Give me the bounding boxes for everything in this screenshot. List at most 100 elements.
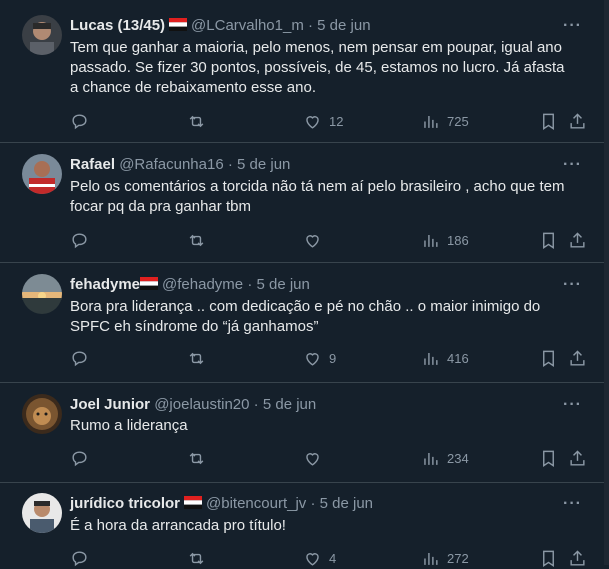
author-handle[interactable]: @Rafacunha16 [119,156,223,173]
retweet-button[interactable] [187,447,206,469]
like-button[interactable]: 12 [303,110,343,132]
retweet-icon [189,452,204,464]
share-button[interactable] [568,547,587,569]
views-button[interactable]: 272 [421,547,469,569]
author-handle[interactable]: @joelaustin20 [154,396,249,413]
tweet[interactable]: jurídico tricolor @bitencourt_jv · 5 de j… [0,483,604,567]
heart-icon [306,115,319,129]
reply-button[interactable] [70,347,89,369]
bookmark-icon [543,350,554,367]
tweet-text: Pelo os comentários a torcida não tá nem… [70,178,569,215]
like-count: 12 [329,113,344,129]
reply-icon [72,450,87,466]
more-options-button[interactable]: ··· [563,275,582,295]
tweet-actions: 234 [0,447,604,469]
more-options-button[interactable]: ··· [563,16,582,36]
tweet-text: Rumo a liderança [70,417,188,434]
views-button[interactable]: 234 [421,447,469,469]
views-icon [424,452,438,465]
view-count: 272 [447,550,469,566]
separator: · [310,495,316,512]
separator: · [247,276,253,293]
share-icon [570,112,585,129]
reply-button[interactable] [70,547,89,569]
avatar[interactable] [22,154,62,194]
tweet-actions: 4 272 [0,547,604,569]
bookmark-icon [543,450,554,467]
reply-icon [72,232,87,248]
like-count: 4 [329,550,337,566]
share-button[interactable] [568,110,587,132]
bookmark-button[interactable] [539,347,558,369]
retweet-icon [189,234,204,246]
views-button[interactable]: 725 [421,110,469,132]
avatar[interactable] [22,394,62,434]
author-name[interactable]: fehadyme [70,276,140,293]
author-name[interactable]: Joel Junior [70,396,150,413]
retweet-icon [189,352,204,364]
views-button[interactable]: 186 [421,229,469,251]
tweet-date[interactable]: 5 de jun [256,276,309,293]
retweet-button[interactable] [187,229,206,251]
views-icon [424,234,438,247]
reply-icon [72,350,87,366]
views-icon [424,115,438,128]
tweet[interactable]: fehadyme @fehadyme · 5 de jun ··· Bora pr… [0,263,604,383]
author-name[interactable]: Rafael [70,156,115,173]
view-count: 234 [447,450,469,466]
author-name[interactable]: jurídico tricolor [70,495,180,512]
more-options-button[interactable]: ··· [563,395,582,415]
avatar[interactable] [22,493,62,533]
heart-icon [306,352,319,366]
separator: · [308,17,313,34]
like-button[interactable] [303,229,329,251]
view-count: 725 [447,113,469,129]
tweet-text: Bora pra liderança .. com dedicação e pé… [70,298,545,335]
tweet-text: É a hora da arrancada pro título! [70,517,286,534]
tweet-date[interactable]: 5 de jun [263,396,316,413]
retweet-button[interactable] [187,347,206,369]
reply-button[interactable] [70,110,89,132]
flag-icon [169,17,188,31]
more-options-button[interactable]: ··· [563,494,582,514]
bookmark-button[interactable] [539,229,558,251]
author-handle[interactable]: @LCarvalho1_m [191,17,304,34]
like-button[interactable] [303,447,329,469]
more-options-button[interactable]: ··· [563,155,582,175]
like-button[interactable]: 9 [303,347,336,369]
tweet[interactable]: Lucas (13/45) @LCarvalho1_m · 5 de jun ··… [0,0,604,143]
tweet-actions: 12 725 [0,110,604,132]
avatar[interactable] [22,274,62,314]
tweet-date[interactable]: 5 de jun [317,17,370,34]
heart-icon [306,452,319,466]
tweet-date[interactable]: 5 de jun [237,156,290,173]
like-button[interactable]: 4 [303,547,336,569]
like-count: 9 [329,350,337,366]
author-handle[interactable]: @fehadyme [162,276,243,293]
bookmark-icon [543,232,554,249]
author-name[interactable]: Lucas (13/45) [70,17,165,34]
scrollbar[interactable] [604,0,609,565]
share-button[interactable] [568,229,587,251]
tweet-date[interactable]: 5 de jun [320,495,373,512]
bookmark-button[interactable] [539,110,558,132]
reply-button[interactable] [70,447,89,469]
share-icon [570,349,585,366]
retweet-button[interactable] [187,110,206,132]
bookmark-button[interactable] [539,547,558,569]
flag-icon [140,276,159,290]
reply-button[interactable] [70,229,89,251]
share-button[interactable] [568,347,587,369]
avatar[interactable] [22,15,62,55]
tweet[interactable]: Joel Junior @joelaustin20 · 5 de jun ···… [0,383,604,483]
tweet-actions: 9 416 [0,347,604,369]
tweet[interactable]: Rafael @Rafacunha16 · 5 de jun ··· Pelo … [0,143,604,263]
share-button[interactable] [568,447,587,469]
separator: · [253,396,259,413]
view-count: 416 [447,350,469,366]
retweet-button[interactable] [187,547,206,569]
author-handle[interactable]: @bitencourt_jv [206,495,306,512]
views-button[interactable]: 416 [421,347,469,369]
bookmark-button[interactable] [539,447,558,469]
flag-icon [184,495,203,509]
